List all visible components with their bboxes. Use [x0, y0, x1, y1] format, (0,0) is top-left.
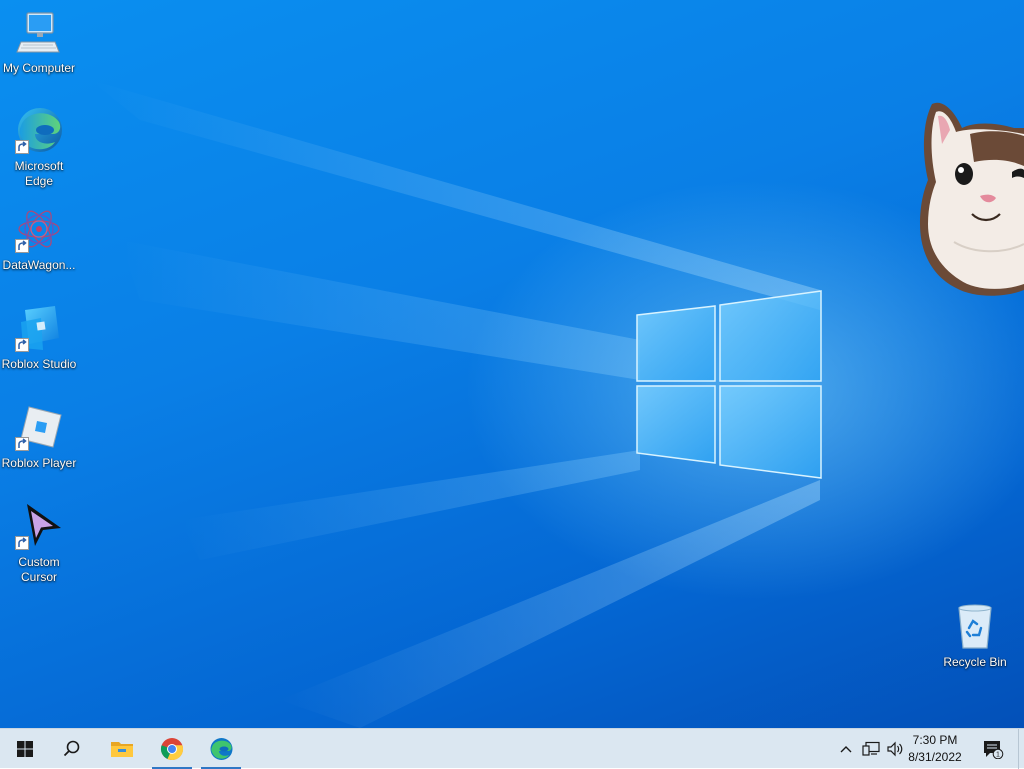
- shortcut-arrow-icon: [15, 239, 29, 253]
- chrome-icon: [160, 738, 184, 760]
- show-hidden-icons-button[interactable]: [836, 729, 856, 769]
- shortcut-arrow-icon: [15, 437, 29, 451]
- file-explorer-button[interactable]: [99, 729, 145, 769]
- clock-date: 8/31/2022: [908, 750, 962, 764]
- show-desktop-button[interactable]: [1018, 729, 1024, 769]
- chrome-taskbar-button[interactable]: [149, 729, 195, 769]
- desktop-icon-label: Roblox Studio: [1, 357, 77, 371]
- edge-icon: [210, 738, 233, 760]
- cat-sticker: [920, 102, 1024, 296]
- desktop-icon-label: Microsoft Edge: [14, 159, 64, 188]
- start-button[interactable]: [2, 729, 48, 769]
- desktop-icon-recycle-bin[interactable]: Recycle Bin: [936, 602, 1014, 670]
- windows-logo-wallpaper: [636, 290, 822, 479]
- chevron-up-icon: [840, 746, 852, 753]
- search-icon: [63, 740, 80, 757]
- search-button[interactable]: [49, 729, 95, 769]
- wallpaper-light-beams: [90, 80, 820, 728]
- action-center-button[interactable]: 1: [976, 729, 1010, 769]
- computer-icon: [16, 12, 60, 53]
- network-button[interactable]: [860, 729, 882, 769]
- clock-time: 7:30 PM: [912, 733, 958, 747]
- desktop-icon-roblox-studio[interactable]: Roblox Studio: [0, 304, 78, 372]
- windows-start-icon: [17, 741, 33, 757]
- edge-taskbar-button[interactable]: [198, 729, 244, 769]
- clock[interactable]: 7:30 PM 8/31/2022: [902, 732, 968, 766]
- desktop-icon-roblox-player[interactable]: Roblox Player: [0, 403, 78, 471]
- desktop-icon-label: Roblox Player: [1, 456, 77, 470]
- shortcut-arrow-icon: [15, 338, 29, 352]
- desktop-icon-label: My Computer: [2, 61, 76, 75]
- shortcut-arrow-icon: [15, 140, 29, 154]
- shortcut-arrow-icon: [15, 536, 29, 550]
- network-icon: [862, 741, 880, 756]
- notification-count: 1: [996, 752, 1000, 759]
- desktop-icon-microsoft-edge[interactable]: Microsoft Edge: [0, 106, 78, 189]
- desktop-icon-label: Recycle Bin: [943, 655, 1007, 669]
- recycle-bin-icon: [958, 604, 992, 649]
- desktop-icon-custom-cursor[interactable]: Custom Cursor: [0, 502, 78, 585]
- desktop[interactable]: My Computer Microsoft Edge DataWagon... …: [0, 0, 1024, 728]
- taskbar: 7:30 PM 8/31/2022 1: [0, 728, 1024, 769]
- desktop-icon-label: Custom Cursor: [18, 555, 60, 584]
- desktop-icon-my-computer[interactable]: My Computer: [0, 8, 78, 76]
- notification-icon: 1: [984, 741, 1004, 759]
- desktop-icon-datawagon[interactable]: DataWagon...: [0, 205, 78, 273]
- folder-icon: [111, 742, 133, 757]
- desktop-icon-label: DataWagon...: [2, 258, 76, 272]
